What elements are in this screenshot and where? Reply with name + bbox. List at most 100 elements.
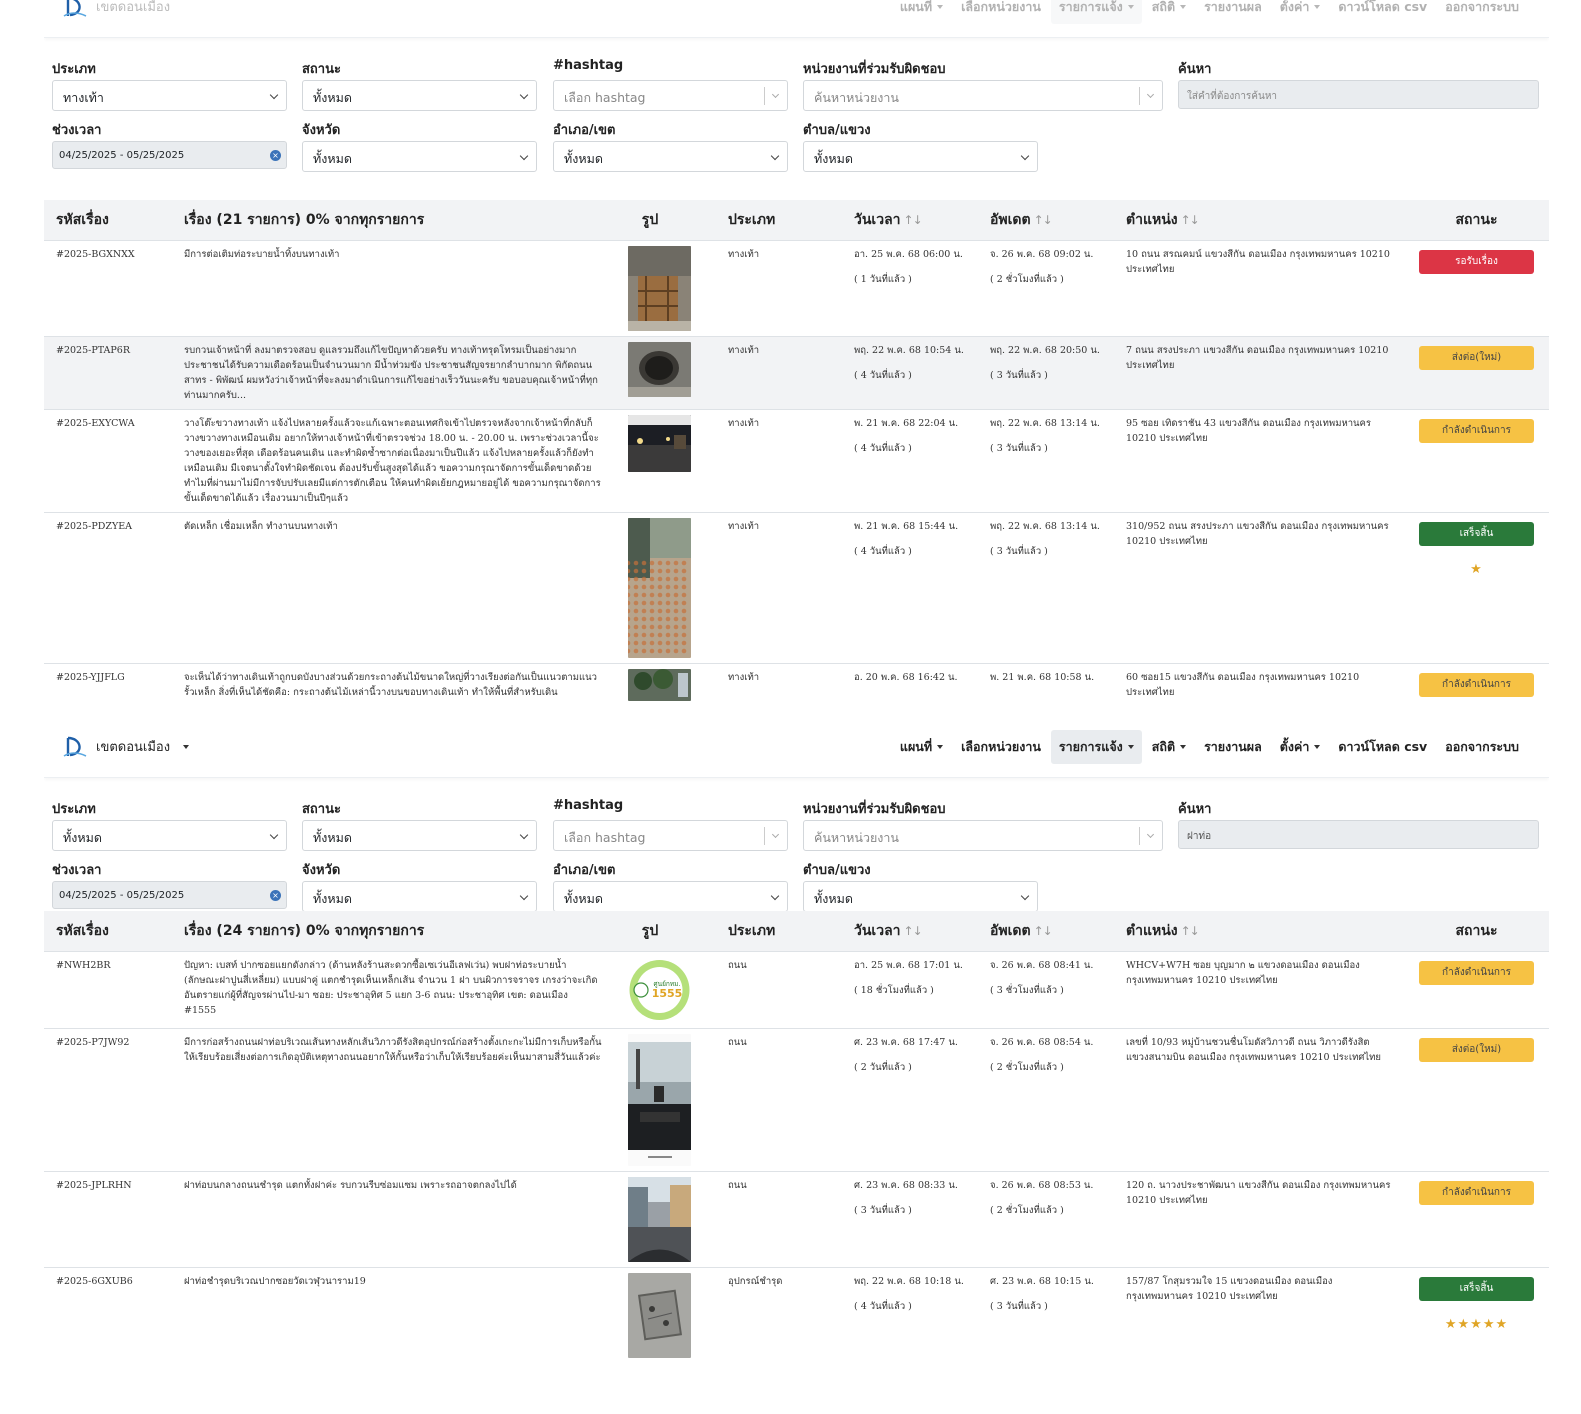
brand[interactable]: เขตดอนเมือง xyxy=(62,0,170,20)
report-description: ปัญหา: เบสท์ ปากซอยแยกดังกล่าว (ด้านหลัง… xyxy=(184,959,598,1016)
report-code[interactable]: #2025-P7JW92 xyxy=(56,1037,129,1048)
status-badge[interactable]: กำลังดำเนินการ xyxy=(1419,960,1534,985)
status-badge[interactable]: ส่งต่อ(ใหม่) xyxy=(1419,345,1534,370)
nav-item[interactable]: ดาวน์โหลด csv xyxy=(1330,0,1435,24)
nav-item[interactable]: ตั้งค่า xyxy=(1272,0,1329,24)
brand[interactable]: เขตดอนเมือง xyxy=(62,734,190,760)
type-cell: ถนน xyxy=(704,1170,842,1267)
subdistrict-select[interactable]: ทั้งหมด xyxy=(803,881,1038,912)
date-range-input[interactable]: 04/25/2025 - 05/25/2025 × xyxy=(52,141,287,169)
nav-item[interactable]: สถิติ xyxy=(1144,0,1194,24)
brand-label: เขตดอนเมือง xyxy=(96,0,171,15)
header-label: อัพเดต xyxy=(990,922,1031,939)
status-badge[interactable]: เสร็จสิ้น xyxy=(1419,521,1534,546)
status-badge[interactable]: กำลังดำเนินการ xyxy=(1419,1180,1534,1205)
report-photo[interactable] xyxy=(627,517,691,658)
agency-select[interactable]: ค้นหาหน่วยงาน xyxy=(803,80,1163,111)
nav-item[interactable]: รายการแจ้ง xyxy=(1050,0,1142,24)
table-row[interactable]: #2025-P7JW92 มีการก่อสร้างถนนฝาท่อบริเวณเ… xyxy=(44,1027,1549,1171)
status-badge[interactable]: ส่งต่อ(ใหม่) xyxy=(1419,1037,1534,1062)
sort-arrows-icon[interactable]: ↑↓ xyxy=(1034,924,1053,938)
table-row[interactable]: #2025-PDZYEA ตัดเหล็ก เชื่อมเหล็ก ทำงานบน… xyxy=(44,511,1549,663)
header-location[interactable]: ตำแหน่ง ↑↓ xyxy=(1114,200,1404,240)
province-select[interactable]: ทั้งหมด xyxy=(302,881,537,912)
table-row[interactable]: #2025-EXYCWA วางโต๊ะขวางทางเท้า แจ้งไปหลา… xyxy=(44,408,1549,512)
sort-arrows-icon[interactable]: ↑↓ xyxy=(1181,924,1200,938)
report-code[interactable]: #2025-EXYCWA xyxy=(56,418,135,429)
type-select[interactable]: ทั้งหมด xyxy=(52,820,287,851)
nav-item[interactable]: รายการแจ้ง xyxy=(1050,729,1142,764)
report-code[interactable]: #2025-PDZYEA xyxy=(56,521,132,532)
status-badge[interactable]: เสร็จสิ้น xyxy=(1419,1276,1534,1301)
status-select[interactable]: ทั้งหมด xyxy=(302,820,537,851)
status-cell: กำลังดำเนินการ xyxy=(1404,1170,1549,1267)
agency-select[interactable]: ค้นหาหน่วยงาน xyxy=(803,820,1163,851)
table-row[interactable]: #2025-YJJFLG จะเห็นได้ว่าทางเดินเท้าถูกบด… xyxy=(44,662,1549,702)
report-photo[interactable] xyxy=(627,414,691,472)
report-photo[interactable] xyxy=(627,1272,691,1358)
svg-text:1555: 1555 xyxy=(651,987,682,1000)
nav-item[interactable]: รายงานผล xyxy=(1196,730,1270,764)
header-time[interactable]: วันเวลา ↑↓ xyxy=(842,200,978,240)
header-time[interactable]: วันเวลา ↑↓ xyxy=(842,911,978,951)
header-summary: เรื่อง (24 รายการ) 0% จากทุกรายการ xyxy=(172,911,614,951)
nav-item[interactable]: ดาวน์โหลด csv xyxy=(1330,730,1435,764)
report-code[interactable]: #2025-JPLRHN xyxy=(56,1180,132,1191)
image-cell xyxy=(614,239,704,336)
nav-item[interactable]: สถิติ xyxy=(1144,730,1194,764)
search-input[interactable]: ใส่คำที่ต้องการค้นหา xyxy=(1178,80,1539,109)
status-select[interactable]: ทั้งหมด xyxy=(302,80,537,111)
sort-arrows-icon[interactable]: ↑↓ xyxy=(1181,213,1200,227)
table-row[interactable]: #NWH2BR ปัญหา: เบสท์ ปากซอยแยกดังกล่าว (ด… xyxy=(44,950,1549,1028)
table-row[interactable]: #2025-PTAP6R รบกวนเจ้าหน้าที่ ลงมาตรวจสอบ… xyxy=(44,335,1549,409)
sort-arrows-icon[interactable]: ↑↓ xyxy=(904,924,923,938)
clear-icon[interactable]: × xyxy=(270,890,281,901)
search-input[interactable]: ฝาท่อ xyxy=(1178,820,1539,849)
nav-item[interactable]: แผนที่ xyxy=(892,0,951,24)
province-select[interactable]: ทั้งหมด xyxy=(302,141,537,172)
clear-icon[interactable]: × xyxy=(270,150,281,161)
reports-panel-search: เขตดอนเมือง แผนที่ เลือกหน่วยงาน รายการแจ้… xyxy=(44,716,1549,1376)
table-row[interactable]: #2025-JPLRHN ฝาท่อบนกลางถนนชำรุด แตกทั้งฝ… xyxy=(44,1170,1549,1267)
chevron-down-icon xyxy=(937,5,944,9)
status-badge[interactable]: รอรับเรื่อง xyxy=(1419,249,1534,274)
report-photo[interactable] xyxy=(627,1033,691,1166)
report-code[interactable]: #NWH2BR xyxy=(56,960,111,971)
nav-item[interactable]: แผนที่ xyxy=(892,730,951,764)
header-updated[interactable]: อัพเดต ↑↓ xyxy=(978,911,1114,951)
report-photo[interactable]: ศูนย์กทม.1555 xyxy=(627,956,691,1023)
nav-item[interactable]: เลือกหน่วยงาน xyxy=(953,0,1049,24)
filter-label: สถานะ xyxy=(302,802,341,817)
district-select[interactable]: ทั้งหมด xyxy=(553,881,788,912)
nav-item[interactable]: ตั้งค่า xyxy=(1272,730,1329,764)
sort-arrows-icon[interactable]: ↑↓ xyxy=(904,213,923,227)
hashtag-select[interactable]: เลือก hashtag xyxy=(553,80,788,111)
table-row[interactable]: #2025-BGXNXX มีการต่อเติมท่อระบายน้ำทิ้งบ… xyxy=(44,239,1549,336)
sort-arrows-icon[interactable]: ↑↓ xyxy=(1034,213,1053,227)
report-photo[interactable] xyxy=(627,245,691,331)
report-photo[interactable] xyxy=(627,668,691,701)
report-code[interactable]: #2025-6GXUB6 xyxy=(56,1276,133,1287)
header-location[interactable]: ตำแหน่ง ↑↓ xyxy=(1114,911,1404,951)
hashtag-select[interactable]: เลือก hashtag xyxy=(553,820,788,851)
table-row[interactable]: #2025-6GXUB6 ฝาท่อชำรุดบริเวณปากซอยวัดเวฬ… xyxy=(44,1266,1549,1363)
type-select[interactable]: ทางเท้า xyxy=(52,80,287,111)
report-code[interactable]: #2025-BGXNXX xyxy=(56,249,135,260)
report-code[interactable]: #2025-PTAP6R xyxy=(56,345,130,356)
nav-item[interactable]: รายงานผล xyxy=(1196,0,1270,24)
location-cell: 10 ถนน สรณคมน์ แขวงสีกัน ดอนเมือง กรุงเท… xyxy=(1114,239,1404,336)
nav-item[interactable]: ออกจากระบบ xyxy=(1437,0,1527,24)
report-photo[interactable] xyxy=(627,1176,691,1262)
code-cell: #2025-YJJFLG xyxy=(44,662,172,702)
subdistrict-select[interactable]: ทั้งหมด xyxy=(803,141,1038,172)
header-updated[interactable]: อัพเดต ↑↓ xyxy=(978,200,1114,240)
date-range-input[interactable]: 04/25/2025 - 05/25/2025 × xyxy=(52,881,287,909)
filter-subdistrict: ตำบล/แขวง ทั้งหมด xyxy=(803,119,1038,172)
nav-item[interactable]: เลือกหน่วยงาน xyxy=(953,730,1049,764)
status-badge[interactable]: กำลังดำเนินการ xyxy=(1419,418,1534,443)
report-photo[interactable] xyxy=(627,341,691,397)
status-badge[interactable]: กำลังดำเนินการ xyxy=(1419,672,1534,697)
report-code[interactable]: #2025-YJJFLG xyxy=(56,672,125,683)
district-select[interactable]: ทั้งหมด xyxy=(553,141,788,172)
nav-item[interactable]: ออกจากระบบ xyxy=(1437,730,1527,764)
